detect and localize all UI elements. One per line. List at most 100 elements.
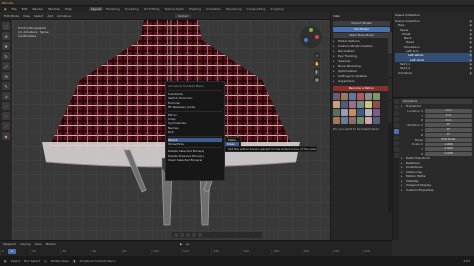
tab-sculpting[interactable]: Sculpting xyxy=(123,7,141,11)
camera-icon[interactable]: ◧ xyxy=(314,68,320,74)
menu-edit[interactable]: Edit xyxy=(22,7,28,11)
skip-end-icon[interactable]: ⏭ xyxy=(186,242,189,246)
frame-tick: 220 xyxy=(331,249,362,255)
gizmo-transform-icon[interactable] xyxy=(192,233,196,237)
gizmo-rotate-icon[interactable] xyxy=(180,233,184,237)
start-pose-mode-button[interactable]: Start Pose Mode xyxy=(333,33,390,38)
render-props-icon[interactable] xyxy=(393,105,399,110)
tab-shading[interactable]: Shading xyxy=(187,7,203,11)
annotate-tool-icon[interactable]: ✎ xyxy=(2,82,10,90)
outliner-row[interactable]: Armature ◉ xyxy=(395,71,472,75)
axis-z-icon[interactable] xyxy=(304,38,308,42)
menu-armature[interactable]: Armature xyxy=(57,14,71,18)
bone-extrude-tool-icon[interactable]: ⟋ xyxy=(2,122,10,130)
menu-item-fill-between-joints[interactable]: Fill Between Joints xyxy=(168,105,222,109)
menu-window[interactable]: Window xyxy=(48,7,60,11)
tool-props-icon[interactable] xyxy=(393,99,399,104)
armature-data-icon[interactable] xyxy=(393,147,399,152)
avatar xyxy=(333,117,340,124)
transform-orientation[interactable]: Global xyxy=(175,13,191,18)
tab-compositing[interactable]: Compositing xyxy=(245,7,268,11)
menu-render[interactable]: Render xyxy=(32,7,43,11)
avatar xyxy=(357,117,364,124)
tab-rendering[interactable]: Rendering xyxy=(224,7,243,11)
menu-select[interactable]: Select xyxy=(34,14,43,18)
bone-envelope-tool-icon[interactable]: ◆ xyxy=(2,132,10,140)
move-tool-icon[interactable]: ✥ xyxy=(2,42,10,50)
eye-icon[interactable]: ◉ xyxy=(469,71,472,75)
avatar xyxy=(365,117,372,124)
location-x-label: Location X xyxy=(407,108,423,113)
menu-view[interactable]: View xyxy=(23,14,30,18)
blender-logo-icon[interactable]: ◉ xyxy=(4,7,7,11)
menu-file[interactable]: File xyxy=(12,7,17,11)
fix-model-button[interactable]: Fix Model xyxy=(333,27,390,32)
timeline: Playback Keying View Marker ▶ ⏭ 0 20 40 … xyxy=(0,240,392,256)
tab-texture-paint[interactable]: Texture Paint xyxy=(162,7,185,11)
current-frame-indicator[interactable]: 1 xyxy=(8,249,16,254)
select-tool-icon[interactable]: ⬚ xyxy=(2,22,10,30)
bone-roll-tool-icon[interactable]: ⟋ xyxy=(2,102,10,110)
pan-hand-icon[interactable]: ✋ xyxy=(314,60,320,66)
context-menu-title: Armature Context Menu xyxy=(168,83,222,91)
gizmo-snap-icon[interactable] xyxy=(198,233,202,237)
tab-modeling[interactable]: Modeling xyxy=(104,7,122,11)
scale-z-field[interactable]: 1.000 xyxy=(425,151,472,156)
physics-props-icon[interactable] xyxy=(393,135,399,140)
scene-props-icon[interactable] xyxy=(393,117,399,122)
gizmo-move-icon[interactable] xyxy=(174,233,178,237)
frame-tick: 40 xyxy=(60,249,90,255)
menu-item-show-hide[interactable]: Show/Hide xyxy=(168,142,222,146)
measure-tool-icon[interactable]: ⊿ xyxy=(2,92,10,100)
menu-add[interactable]: Add xyxy=(47,14,53,18)
sidebar-panel: Cats Import Model Fix Model Start Pose M… xyxy=(330,12,392,240)
menu-item-clear-selected[interactable]: Clear Selected Bone(s) xyxy=(168,158,222,162)
menu-item-roll[interactable]: Roll xyxy=(168,130,222,134)
menu-marker[interactable]: Marker xyxy=(46,242,56,246)
timeline-ruler[interactable]: 0 20 40 60 80 100 120 140 160 180 200 22… xyxy=(0,249,392,255)
menu-help[interactable]: Help xyxy=(65,7,72,11)
output-props-icon[interactable] xyxy=(393,111,399,116)
section-custom-properties[interactable]: Custom Properties xyxy=(401,188,472,193)
grid-toggle-icon[interactable]: ▦ xyxy=(314,76,320,82)
import-model-button[interactable]: Import Model xyxy=(333,21,390,26)
axis-x-icon[interactable] xyxy=(315,35,319,39)
navigation-gizmo[interactable] xyxy=(300,26,322,48)
mode-selector[interactable]: Edit Mode xyxy=(4,14,19,18)
window-title: Blender xyxy=(2,1,14,5)
avatar xyxy=(365,101,372,108)
rotation-x-label: Rotation X xyxy=(407,123,423,128)
menu-playback[interactable]: Playback xyxy=(3,242,16,246)
world-props-icon[interactable] xyxy=(393,123,399,128)
zoom-icon[interactable]: ⌕ xyxy=(314,52,320,58)
gizmo-scale-icon[interactable] xyxy=(186,233,190,237)
avatar xyxy=(357,109,364,116)
3d-viewport[interactable]: Front Orthographic (1) Armature : Spine … xyxy=(12,20,330,240)
rotation-mode-select[interactable]: XYZ Euler xyxy=(425,137,472,142)
object-props-icon[interactable] xyxy=(393,129,399,134)
avatar xyxy=(373,109,380,116)
status-context-menu: Armature Context Menu xyxy=(79,259,116,263)
play-icon[interactable]: ▶ xyxy=(180,242,182,246)
bone-props-icon[interactable] xyxy=(393,153,399,158)
section-transform[interactable]: Transform xyxy=(401,104,472,109)
tab-animation[interactable]: Animation xyxy=(204,7,223,11)
bone-size-tool-icon[interactable]: ⟋ xyxy=(2,112,10,120)
section-supporters[interactable]: Supporters xyxy=(333,79,390,84)
tab-layout[interactable]: Layout xyxy=(88,7,104,11)
become-patron-button[interactable]: Become a Patron xyxy=(333,86,390,91)
tab-uv-editing[interactable]: UV Editing xyxy=(142,7,162,11)
scale-tool-icon[interactable]: ⤢ xyxy=(2,62,10,70)
tooltip: Set the active bone's parent to the acti… xyxy=(225,146,317,152)
axis-y-icon[interactable] xyxy=(309,28,313,32)
constraints-props-icon[interactable] xyxy=(393,141,399,146)
menu-keying[interactable]: Keying xyxy=(20,242,30,246)
frame-tick: 120 xyxy=(180,249,211,255)
menu-view-timeline[interactable]: View xyxy=(34,242,41,246)
transform-tool-icon[interactable]: ⊞ xyxy=(2,72,10,80)
avatar xyxy=(373,117,380,124)
rotate-tool-icon[interactable]: ↻ xyxy=(2,52,10,60)
tab-scripting[interactable]: Scripting xyxy=(268,7,285,11)
cursor-tool-icon[interactable]: ⊕ xyxy=(2,32,10,40)
location-z-label: Z xyxy=(420,118,423,123)
